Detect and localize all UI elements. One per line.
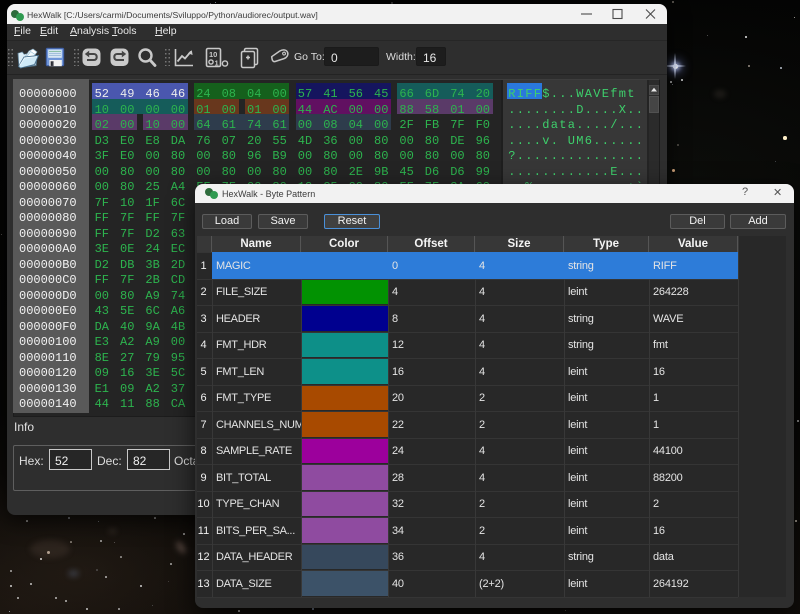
svg-text:1: 1: [215, 59, 219, 68]
